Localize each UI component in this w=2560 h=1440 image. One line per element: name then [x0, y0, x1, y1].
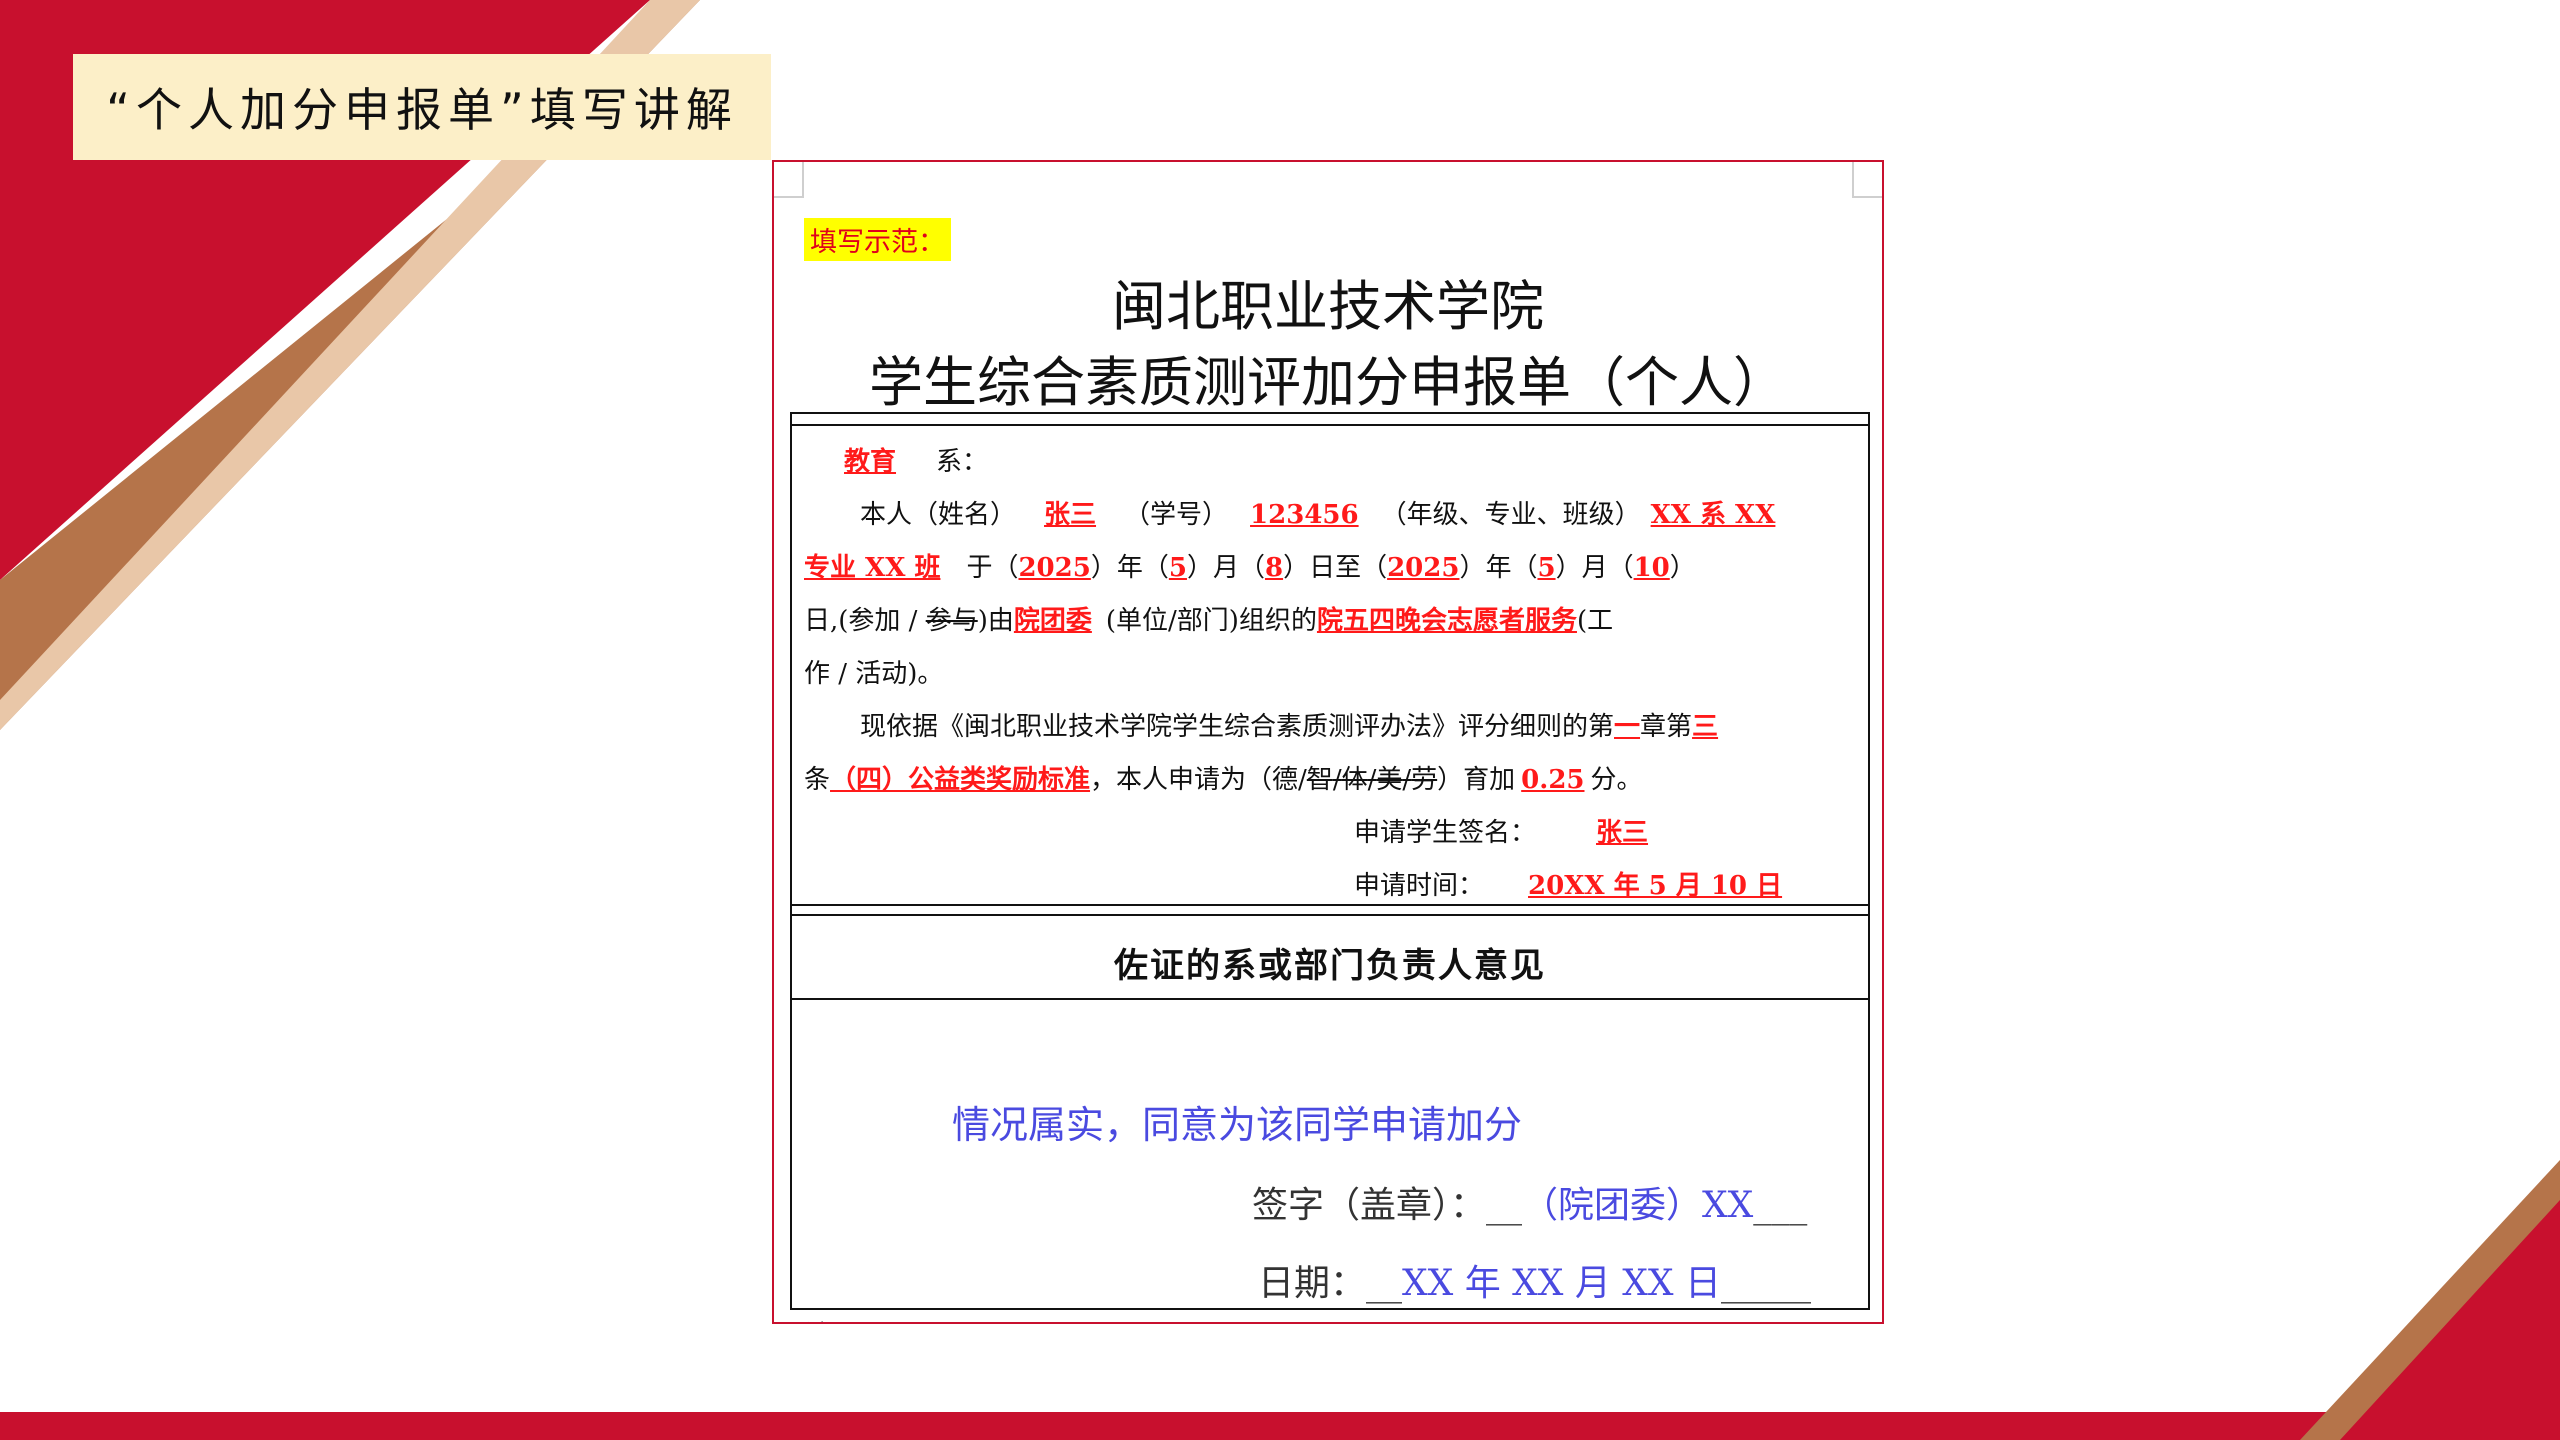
note-fragment: 注: [804, 1312, 834, 1322]
name-line: 本人（姓名） 张三 （学号） 123456 （年级、专业、班级） XX 系 XX: [860, 500, 1776, 530]
start-year: 2025: [1018, 553, 1091, 583]
opinion-date-value: XX 年 XX 月 XX 日: [1402, 1263, 1722, 1304]
signature-value: 张三: [1596, 818, 1649, 848]
participate-struck: 参与: [925, 606, 978, 636]
seal-line: 签字（盖章）：__（院团委）XX___: [1252, 1185, 1808, 1226]
date-range-line: 专业 XX 班于（2025）年（5）月（8）日至（2025）年（5）月（10）: [804, 553, 1696, 583]
dept-value: 教育: [844, 447, 897, 477]
seal-value: （院团委）XX: [1522, 1185, 1754, 1226]
organizer-line: 日,(参加 / 参与)由院团委 (单位/部门)组织的院五四晚会志愿者服务(工: [804, 606, 1614, 636]
corner-mark-right: [1852, 162, 1882, 198]
school-name: 闽北职业技术学院: [1112, 275, 1544, 338]
article-value: 三: [1692, 712, 1719, 742]
end-day: 10: [1633, 553, 1670, 583]
application-body: 教育 系： 本人（姓名） 张三 （学号） 123456 （年级、专业、班级） XX 系 XX…: [804, 436, 1856, 913]
end-year: 2025: [1387, 553, 1460, 583]
signature-line: 申请学生签名： 张三: [804, 807, 1856, 860]
sample-tag: 填写示范：: [804, 218, 951, 261]
activity-line: 作 / 活动)。: [804, 659, 944, 689]
item-value: （四）公益类奖励标准: [830, 765, 1091, 795]
opinion-text: 情况属实，同意为该同学申请加分: [952, 1103, 1523, 1147]
category-line: 条（四）公益类奖励标准，本人申请为（德/智/体/美/劳）育加 0.25 分。: [804, 765, 1643, 795]
slide-title: “个人加分申报单”填写讲解: [73, 54, 771, 160]
bottom-red-bar: [0, 1412, 2560, 1440]
id-value: 123456: [1250, 500, 1359, 530]
start-month: 5: [1168, 553, 1187, 583]
form-sheet: 填写示范： 闽北职业技术学院 学生综合素质测评加分申报单（个人） 教育 系： 本人…: [772, 160, 1884, 1324]
chapter-value: 一: [1614, 712, 1641, 742]
cat-mei: 美: [1376, 765, 1403, 795]
table-top-inner-line: [792, 424, 1868, 426]
form-title: 学生综合素质测评加分申报单（个人）: [869, 351, 1787, 414]
cat-zhi: 智: [1306, 765, 1333, 795]
class-value-a: XX 系 XX: [1650, 500, 1776, 530]
apply-time-line: 申请时间： 20XX 年 5 月 10 日: [804, 860, 1856, 913]
organizer-value: 院团委: [1013, 606, 1092, 636]
end-month: 5: [1537, 553, 1556, 583]
cat-ti: 体: [1341, 765, 1368, 795]
name-value: 张三: [1044, 500, 1097, 530]
apply-time-value: 20XX 年 5 月 10 日: [1528, 871, 1783, 901]
table-divider-2: [792, 914, 1868, 916]
opinion-date-line: 日期：__XX 年 XX 月 XX 日_____: [1258, 1263, 1812, 1304]
basis-line: 现依据《闽北职业技术学院学生综合素质测评办法》评分细则的第一章第三: [860, 712, 1719, 742]
opinion-section-title: 佐证的系或部门负责人意见: [1114, 945, 1546, 986]
dept-line: 教育 系：: [804, 436, 1856, 489]
event-value: 院五四晚会志愿者服务: [1316, 606, 1577, 636]
form-table: 教育 系： 本人（姓名） 张三 （学号） 123456 （年级、专业、班级） XX 系 XX…: [790, 412, 1870, 1310]
score-value: 0.25: [1521, 765, 1585, 795]
class-value-b: 专业 XX 班: [804, 553, 941, 583]
start-day: 8: [1264, 553, 1284, 583]
cat-lao: 劳: [1411, 765, 1438, 795]
corner-mark-left: [774, 162, 804, 198]
